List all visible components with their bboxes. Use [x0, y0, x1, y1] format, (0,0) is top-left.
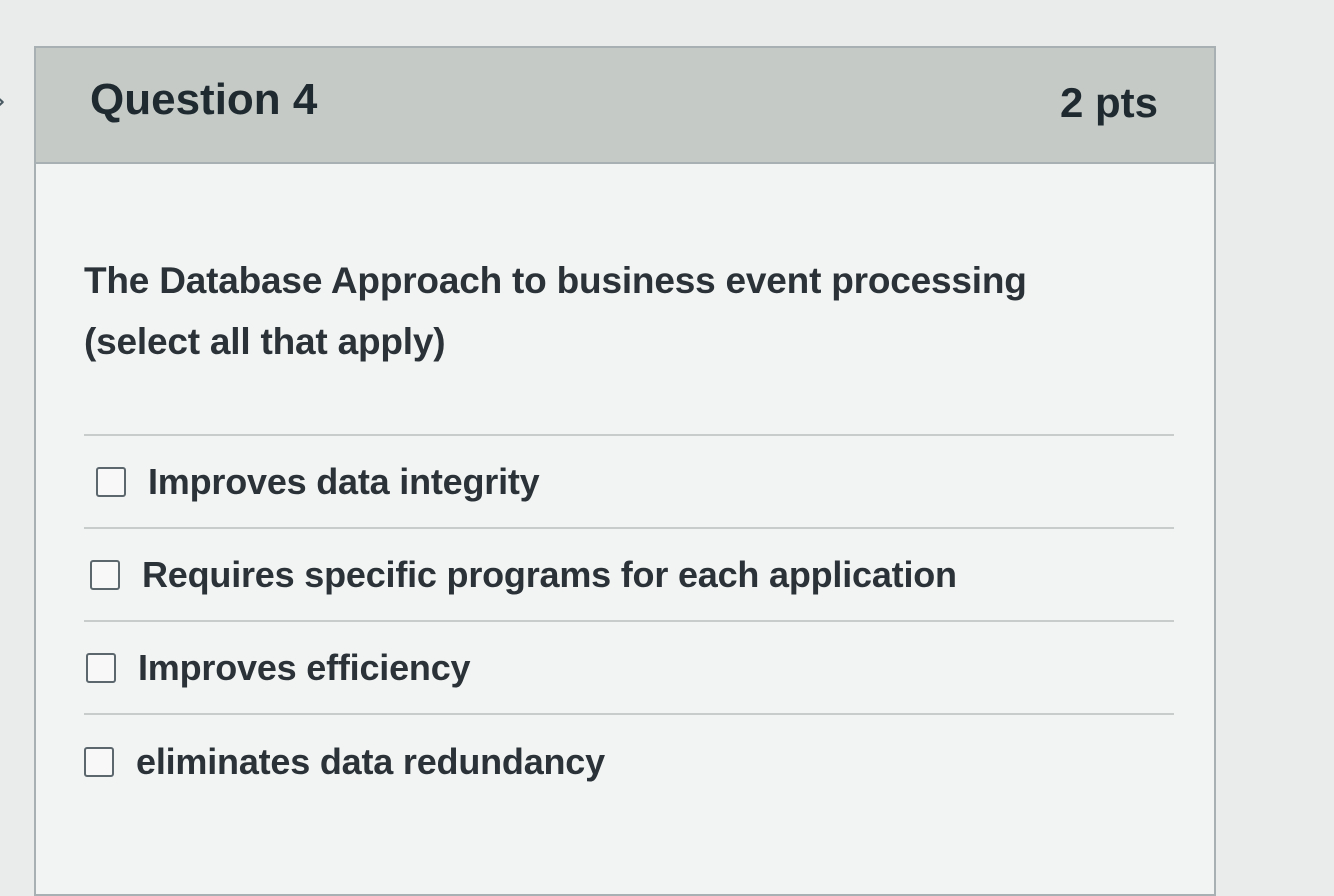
checkbox-improves-data-integrity[interactable]	[96, 466, 126, 497]
answer-option-2[interactable]: Requires specific programs for each appl…	[84, 529, 1174, 622]
answer-label: Requires specific programs for each appl…	[142, 553, 957, 595]
checkbox-improves-efficiency[interactable]	[86, 652, 116, 683]
question-body: The Database Approach to business event …	[36, 164, 1214, 808]
answer-option-3[interactable]: Improves efficiency	[84, 622, 1174, 715]
answer-option-1[interactable]: Improves data integrity	[84, 436, 1174, 529]
question-title: Question 4	[90, 75, 318, 124]
question-text-line-1: The Database Approach to business event …	[84, 260, 1027, 301]
question-points: 2 pts	[1059, 79, 1158, 126]
question-text: The Database Approach to business event …	[84, 250, 1174, 372]
chevron-right-icon[interactable]: ›	[0, 84, 6, 119]
checkbox-requires-specific-programs[interactable]	[90, 559, 120, 590]
answer-label: Improves data integrity	[148, 460, 540, 502]
answer-label: eliminates data redundancy	[136, 740, 605, 782]
answer-label: Improves efficiency	[138, 646, 471, 688]
question-header: Question 4 2 pts	[36, 48, 1214, 164]
answer-list: Improves data integrity Requires specifi…	[84, 434, 1174, 808]
question-text-line-2: (select all that apply)	[84, 321, 446, 362]
checkbox-eliminates-data-redundancy[interactable]	[84, 746, 114, 777]
answer-option-4[interactable]: eliminates data redundancy	[84, 715, 1174, 808]
question-card: Question 4 2 pts The Database Approach t…	[34, 46, 1216, 896]
